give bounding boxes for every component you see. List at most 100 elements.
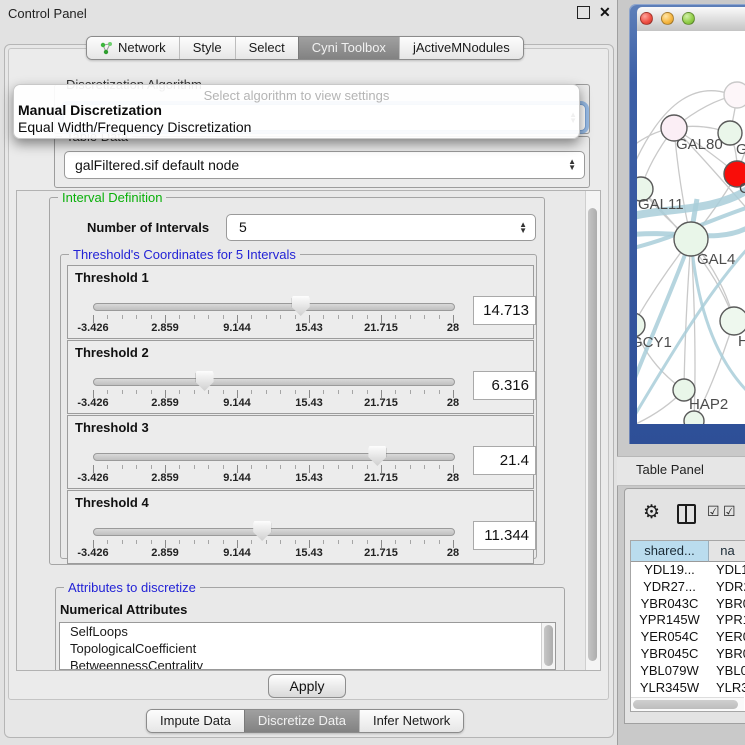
traffic-light-red-icon[interactable] [640,12,653,25]
tick-mark [352,390,353,394]
slider-thumb[interactable] [196,371,214,391]
tab-network[interactable]: Network [87,37,179,59]
tick-mark [395,315,396,319]
traffic-light-yellow-icon[interactable] [661,12,674,25]
tick-mark [179,390,180,394]
network-graph[interactable]: GAL80GACGAL11GAL4GCY1HHAP2 [637,31,745,424]
tick-mark [439,540,440,544]
table-row-cell[interactable]: YLR345W [631,680,708,695]
attributes-list[interactable]: SelfLoopsTopologicalCoefficientBetweenne… [59,622,556,670]
table-row-cell[interactable]: YER054C [631,629,708,644]
tick-mark [338,540,339,544]
tick-mark [208,315,209,319]
tick-mark [179,315,180,319]
apply-button[interactable]: Apply [268,674,346,698]
node-attribute-table[interactable]: shared...naYDL19... YDL1 YDR27... YDR2 YBR04… [630,540,745,712]
tick-mark [251,465,252,469]
attributes-group: Attributes to discretize Numerical Attri… [55,587,565,671]
threshold-value-field[interactable]: 14.713 [473,296,536,325]
slider-track[interactable] [93,378,455,386]
tick-label: 9.144 [223,322,251,334]
network-edge[interactable] [684,239,691,390]
threshold-panel: Threshold 3-3.4262.8599.14415.4321.71528… [67,415,534,489]
list-item[interactable]: BetweennessCentrality [60,657,555,670]
tab-style[interactable]: Style [179,37,235,59]
table-row-cell[interactable]: YBL079W [631,663,708,678]
table-row-cell[interactable]: YDL19... [631,562,708,577]
tick-mark [338,315,339,319]
tab-select[interactable]: Select [235,37,298,59]
table-row-cell[interactable]: YBR045C [631,646,708,661]
horizontal-scrollbar[interactable] [631,697,744,711]
tick-mark [107,540,108,544]
tick-mark [338,390,339,394]
threshold-value-field[interactable]: 6.316 [473,371,536,400]
close-icon[interactable]: ✕ [599,4,611,21]
tick-mark [136,540,137,544]
tick-mark [122,540,123,544]
scrollbar[interactable] [585,191,600,670]
tick-label: 2.859 [151,472,179,484]
network-edge[interactable] [637,239,691,393]
gear-icon[interactable]: ⚙ [643,501,660,524]
list-item[interactable]: TopologicalCoefficient [60,640,555,657]
slider-track[interactable] [93,528,455,536]
threshold-value-field[interactable]: 11.344 [473,521,536,550]
list-item[interactable]: SelfLoops [60,623,555,640]
slider-thumb[interactable] [368,446,386,466]
table-row-cell[interactable]: YBR0 [716,646,745,661]
threshold-value-field[interactable]: 21.4 [473,446,536,475]
checkbox-icon[interactable]: ☑ [707,503,720,520]
tick-mark [410,465,411,469]
table-row-cell[interactable]: YPR145W [631,612,708,627]
table-row-cell[interactable]: YPR1 [716,612,745,627]
network-node[interactable] [724,82,745,108]
tab-impute-data[interactable]: Impute Data [147,710,244,732]
float-window-icon[interactable] [577,6,590,19]
table-row-cell[interactable]: YER0 [716,629,745,644]
network-node[interactable] [720,307,745,335]
table-data-combobox[interactable]: galFiltered.sif default node ▲▼ [64,151,585,179]
tab-cyni-toolbox[interactable]: Cyni Toolbox [298,37,399,59]
num-intervals-combobox[interactable]: 5 ▲▼ [226,214,536,241]
table-row-cell[interactable]: YLR3 [716,680,745,695]
tick-mark [223,390,224,394]
scrollbar-thumb[interactable] [544,625,553,666]
scrollbar-thumb[interactable] [588,208,597,661]
threshold-label: Threshold 3 [75,420,149,435]
tick-mark [208,465,209,469]
scrollbar-thumb[interactable] [633,700,738,709]
column-header-2[interactable]: na [709,541,745,562]
traffic-light-green-icon[interactable] [682,12,695,25]
column-header-1[interactable]: shared... [631,541,709,562]
node-label: GCY1 [637,334,672,351]
tick-mark [352,540,353,544]
popup-option-equal-width[interactable]: Equal Width/Frequency Discretization [18,119,251,135]
thresholds-group: Threshold's Coordinates for 5 Intervals … [60,254,537,559]
slider-thumb[interactable] [292,296,310,316]
tab-jactivemnodules[interactable]: jActiveMNodules [399,37,523,59]
checkbox-icon[interactable]: ☑ [723,503,736,520]
table-row-cell[interactable]: YBL0 [716,663,745,678]
split-columns-icon[interactable] [677,504,696,524]
threshold-panel: Threshold 1-3.4262.8599.14415.4321.71528… [67,265,534,339]
table-row-cell[interactable]: YBR043C [631,596,708,611]
tick-label: -3.426 [77,322,108,334]
slider-track[interactable] [93,303,455,311]
network-canvas[interactable]: GAL80GACGAL11GAL4GCY1HHAP2 [637,31,745,424]
tick-mark [266,390,267,394]
tick-mark [251,390,252,394]
table-row-cell[interactable]: YBR0 [716,596,745,611]
tab-discretize-data[interactable]: Discretize Data [244,710,359,732]
table-row-cell[interactable]: YDR2 [716,579,745,594]
tab-infer-network[interactable]: Infer Network [359,710,463,732]
table-row-cell[interactable]: YDR27... [631,579,708,594]
tick-mark [410,540,411,544]
slider-thumb[interactable] [253,521,271,541]
slider-track[interactable] [93,453,455,461]
popup-option-manual[interactable]: Manual Discretization [18,102,162,118]
threshold-panel: Threshold 2-3.4262.8599.14415.4321.71528… [67,340,534,414]
scrollbar[interactable] [541,623,555,669]
table-row-cell[interactable]: YDL1 [716,562,745,577]
tick-mark [323,465,324,469]
